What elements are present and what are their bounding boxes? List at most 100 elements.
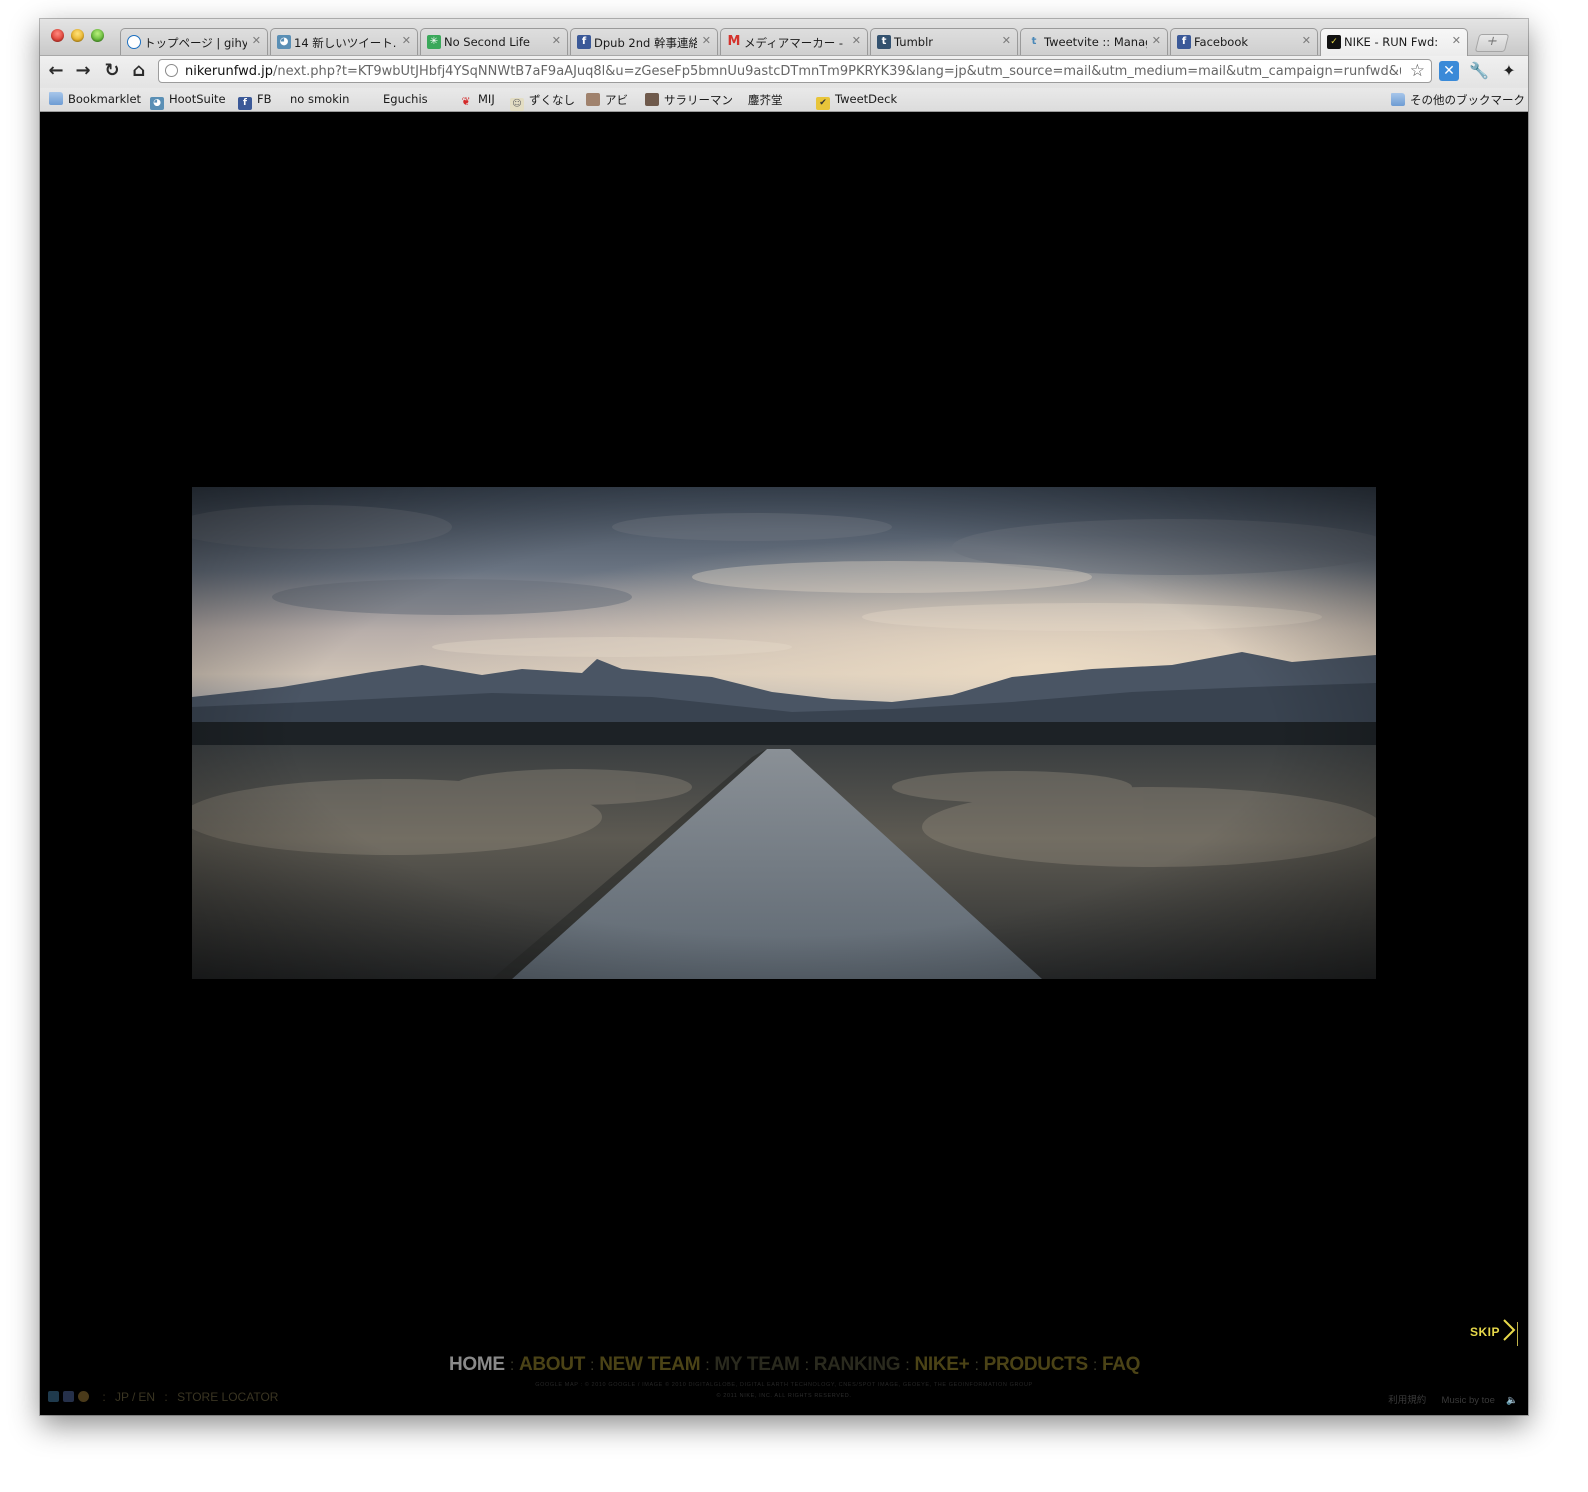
bookmark-label: HootSuite bbox=[169, 92, 226, 106]
close-icon[interactable]: ✕ bbox=[1452, 34, 1461, 47]
video-frame[interactable] bbox=[192, 487, 1376, 979]
bookmark-item[interactable]: no smokin bbox=[290, 92, 350, 198]
close-icon[interactable]: ✕ bbox=[552, 34, 561, 47]
bookmark-item[interactable]: f FB bbox=[238, 92, 272, 110]
forward-arrow-icon[interactable]: → bbox=[72, 60, 94, 82]
zoom-window-button[interactable] bbox=[91, 29, 104, 42]
bookmark-item[interactable]: 鏖芥堂 bbox=[748, 92, 783, 198]
tab-facebook[interactable]: f Facebook ✕ bbox=[1170, 28, 1318, 55]
other-bookmarks[interactable]: その他のブックマーク bbox=[1391, 92, 1525, 108]
nav-faq[interactable]: FAQ bbox=[1102, 1354, 1140, 1375]
nav-new-team[interactable]: NEW TEAM bbox=[599, 1354, 700, 1375]
home-icon[interactable]: ⌂ bbox=[128, 60, 150, 82]
reload-icon[interactable]: ↻ bbox=[101, 60, 123, 82]
bookmark-label: no smokin bbox=[290, 92, 350, 106]
map-credit-text: GOOGLE MAP : © 2010 GOOGLE / IMAGE © 201… bbox=[535, 1382, 1033, 1388]
tab-nosecondlife[interactable]: ✳ No Second Life ✕ bbox=[420, 28, 568, 55]
salaryman-icon bbox=[645, 93, 659, 106]
bookmark-label: FB bbox=[257, 92, 272, 106]
footer-left: : JP / EN : STORE LOCATOR bbox=[48, 1390, 278, 1404]
nike-icon: ✓ bbox=[1327, 35, 1341, 49]
tab-label: トップページ | gihyo bbox=[144, 36, 247, 50]
lang-separator: / bbox=[132, 1390, 136, 1404]
close-icon[interactable]: ✕ bbox=[1302, 34, 1311, 47]
nav-separator: : bbox=[804, 1357, 809, 1374]
speaker-icon[interactable]: 🔈 bbox=[1506, 1395, 1518, 1406]
tab-hootsuite[interactable]: ◕ 14 新しいツイート... ✕ bbox=[270, 28, 418, 55]
close-window-button[interactable] bbox=[51, 29, 64, 42]
tab-gihyo[interactable]: トップページ | gihyo ✕ bbox=[120, 28, 268, 55]
url-host: nikerunfwd.jp bbox=[185, 64, 273, 79]
tab-mediamarker[interactable]: M メディアマーカー - ✕ bbox=[720, 28, 868, 55]
tab-dpub[interactable]: f Dpub 2nd 幹事連絡 ✕ bbox=[570, 28, 718, 55]
bookmark-label: ずくなし bbox=[529, 93, 575, 107]
nav-products[interactable]: PRODUCTS bbox=[984, 1354, 1089, 1375]
nav-separator: : bbox=[974, 1357, 979, 1374]
chevron-right-icon[interactable] bbox=[1498, 1318, 1522, 1342]
footer-separator: : bbox=[164, 1390, 168, 1404]
bookmark-item[interactable]: アビ bbox=[586, 92, 628, 108]
nav-home[interactable]: HOME bbox=[449, 1354, 505, 1375]
bookmark-item[interactable]: ☺ ずくなし bbox=[510, 92, 575, 111]
close-icon[interactable]: ✕ bbox=[852, 34, 861, 47]
bookmark-item[interactable]: Bookmarklet bbox=[49, 92, 141, 108]
close-icon[interactable]: ✕ bbox=[1152, 34, 1161, 47]
url-path: /next.php?t=KT9wbUtJHbfj4YSqNNWtB7aF9aAJ… bbox=[272, 64, 1401, 79]
wrench-icon[interactable]: 🔧 bbox=[1469, 61, 1489, 81]
bookmark-item[interactable]: ❦ MIJ bbox=[459, 92, 495, 108]
url-text[interactable]: nikerunfwd.jp/next.php?t=KT9wbUtJHbfj4YS… bbox=[185, 64, 1401, 79]
folder-icon bbox=[49, 92, 63, 105]
bookmark-label: MIJ bbox=[478, 92, 495, 106]
twitter-icon[interactable] bbox=[48, 1391, 59, 1402]
mediamarker-icon: M bbox=[727, 34, 741, 49]
nav-separator: : bbox=[590, 1357, 595, 1374]
terms-link[interactable]: 利用規約 bbox=[1388, 1395, 1426, 1406]
nav-ranking[interactable]: RANKING bbox=[814, 1354, 901, 1375]
footer-right: 利用規約 Music by toe 🔈 bbox=[1388, 1392, 1518, 1406]
tab-strip: トップページ | gihyo ✕ ◕ 14 新しいツイート... ✕ ✳ No … bbox=[40, 19, 1528, 56]
bookmark-item[interactable]: ✔ TweetDeck bbox=[816, 92, 897, 110]
mixi-icon[interactable] bbox=[78, 1391, 89, 1402]
tab-nike-active[interactable]: ✓ NIKE - RUN Fwd: ✕ bbox=[1320, 28, 1468, 56]
tweetdeck-icon: ✔ bbox=[816, 97, 830, 110]
nav-separator: : bbox=[1092, 1357, 1097, 1374]
close-icon[interactable]: ✕ bbox=[702, 34, 711, 47]
bookmark-label: Eguchis bbox=[383, 92, 428, 106]
page-content: SKIP HOME: ABOUT: NEW TEAM: MY TEAM: RANKING… bbox=[40, 112, 1528, 1415]
back-arrow-icon[interactable]: ← bbox=[45, 60, 67, 82]
tab-label: Tumblr bbox=[894, 35, 933, 49]
nav-separator: : bbox=[509, 1357, 514, 1374]
store-locator-link[interactable]: STORE LOCATOR bbox=[177, 1390, 278, 1404]
settings-extension-icon[interactable]: ✦ bbox=[1499, 61, 1519, 81]
lang-jp-link[interactable]: JP bbox=[115, 1390, 129, 1404]
close-icon[interactable]: ✕ bbox=[1002, 34, 1011, 47]
skip-button[interactable]: SKIP bbox=[1470, 1325, 1500, 1339]
close-icon[interactable]: ✕ bbox=[252, 34, 261, 47]
bookmarks-bar: Bookmarklet ◕ HootSuite f FB no smokin Egu… bbox=[40, 88, 1528, 198]
bookmark-label: アビ bbox=[605, 93, 628, 107]
close-icon[interactable]: ✕ bbox=[402, 34, 411, 47]
mij-icon: ❦ bbox=[461, 95, 471, 108]
bookmark-star-icon[interactable]: ☆ bbox=[1410, 61, 1425, 81]
nav-my-team[interactable]: MY TEAM bbox=[714, 1354, 799, 1375]
tab-label: Dpub 2nd 幹事連絡 bbox=[594, 36, 697, 50]
lang-en-link[interactable]: EN bbox=[138, 1390, 155, 1404]
new-tab-button[interactable]: + bbox=[1474, 34, 1510, 52]
address-bar[interactable]: nikerunfwd.jp/next.php?t=KT9wbUtJHbfj4YS… bbox=[158, 59, 1432, 83]
tab-tumblr[interactable]: t Tumblr ✕ bbox=[870, 28, 1018, 55]
bookmark-label: 鏖芥堂 bbox=[748, 93, 783, 107]
navigation-toolbar: ← → ↻ ⌂ nikerunfwd.jp/next.php?t=KT9wbUt… bbox=[40, 55, 1528, 89]
minimize-window-button[interactable] bbox=[71, 29, 84, 42]
extension-icon[interactable]: ✕ bbox=[1439, 61, 1459, 81]
nosecondlife-icon: ✳ bbox=[427, 35, 441, 49]
tab-label: NIKE - RUN Fwd: bbox=[1344, 35, 1439, 49]
bookmark-item[interactable]: Eguchis bbox=[383, 92, 428, 198]
nav-about[interactable]: ABOUT bbox=[519, 1354, 585, 1375]
facebook-icon[interactable] bbox=[63, 1391, 74, 1402]
tab-tweetvite[interactable]: t Tweetvite :: Manage ✕ bbox=[1020, 28, 1168, 55]
page-info-icon[interactable] bbox=[165, 64, 178, 77]
bookmark-item[interactable]: サラリーマン bbox=[645, 92, 733, 108]
bookmark-label: その他のブックマーク bbox=[1410, 93, 1525, 107]
nav-nike-plus[interactable]: NIKE+ bbox=[914, 1354, 969, 1375]
bookmark-item[interactable]: ◕ HootSuite bbox=[150, 92, 226, 110]
